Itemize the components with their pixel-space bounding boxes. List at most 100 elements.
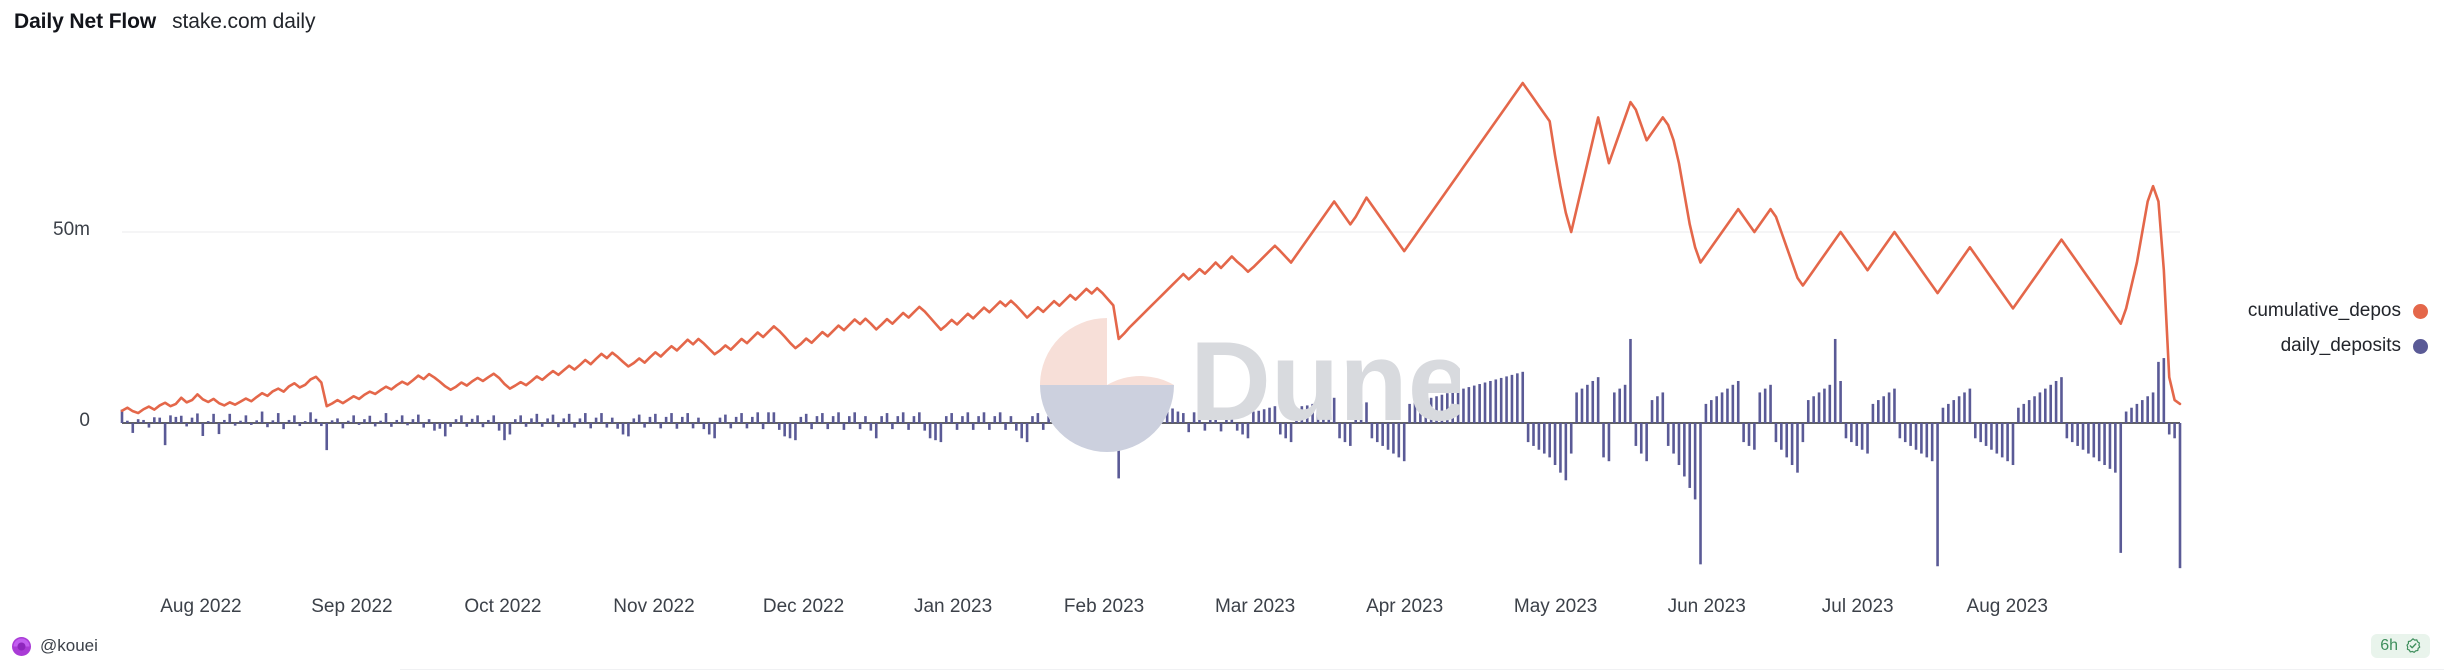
bar[interactable] [1327, 399, 1331, 423]
bar[interactable] [1144, 411, 1147, 423]
bar[interactable] [1569, 423, 1573, 454]
bar[interactable] [1812, 396, 1815, 423]
bar[interactable] [1138, 413, 1142, 423]
bar[interactable] [1672, 423, 1675, 454]
bar[interactable] [702, 423, 706, 430]
bar[interactable] [1295, 407, 1298, 423]
bar[interactable] [1300, 406, 1304, 423]
bar[interactable] [1709, 400, 1713, 423]
bar[interactable] [1580, 388, 1584, 423]
bar[interactable] [1941, 407, 1945, 423]
bar[interactable] [2130, 407, 2133, 423]
bar[interactable] [136, 419, 140, 423]
bar[interactable] [950, 413, 953, 423]
bar[interactable] [540, 423, 544, 427]
bar[interactable] [1165, 410, 1169, 423]
bar[interactable] [438, 423, 442, 429]
bar[interactable] [1618, 388, 1622, 423]
bar[interactable] [1720, 392, 1724, 423]
bar[interactable] [309, 412, 312, 423]
bar[interactable] [460, 415, 463, 423]
bar[interactable] [1268, 407, 1271, 423]
bar[interactable] [179, 415, 183, 423]
bar[interactable] [567, 413, 571, 423]
bar[interactable] [783, 423, 786, 437]
bar[interactable] [1844, 423, 1848, 439]
bar[interactable] [896, 416, 900, 423]
bar[interactable] [1510, 374, 1514, 423]
bar[interactable] [1860, 423, 1864, 450]
chart-plot-area[interactable]: Dune 50m 0 [0, 40, 2444, 600]
bar[interactable] [492, 415, 496, 423]
bar[interactable] [821, 413, 824, 423]
bar[interactable] [2124, 411, 2128, 423]
bar[interactable] [1742, 423, 1745, 443]
bar[interactable] [2092, 423, 2096, 458]
bar[interactable] [756, 412, 760, 423]
bar[interactable] [1559, 423, 1562, 473]
bar[interactable] [1246, 423, 1250, 439]
bar[interactable] [1995, 423, 1999, 454]
bar[interactable] [1015, 423, 1018, 431]
bar[interactable] [1553, 423, 1557, 466]
bar[interactable] [993, 416, 997, 423]
bar[interactable] [2006, 423, 2009, 462]
bar[interactable] [1252, 411, 1255, 423]
bar[interactable] [535, 413, 539, 423]
bar[interactable] [2178, 423, 2182, 569]
bar[interactable] [1898, 423, 1902, 439]
bar[interactable] [853, 412, 856, 423]
bar[interactable] [1887, 392, 1891, 423]
bar[interactable] [1004, 423, 1007, 430]
bar[interactable] [842, 423, 846, 430]
bar[interactable] [2054, 380, 2058, 423]
bar[interactable] [1192, 412, 1196, 423]
bar[interactable] [1305, 405, 1309, 423]
bar[interactable] [799, 416, 803, 423]
bar[interactable] [1828, 384, 1832, 423]
bar[interactable] [336, 418, 339, 423]
bar[interactable] [643, 423, 646, 428]
bar[interactable] [1203, 423, 1207, 431]
bar[interactable] [1650, 400, 1654, 423]
bar[interactable] [271, 420, 275, 423]
bar[interactable] [1537, 423, 1541, 450]
bar[interactable] [605, 423, 609, 428]
bar[interactable] [724, 414, 727, 423]
bar[interactable] [1429, 397, 1433, 423]
bar[interactable] [2151, 392, 2155, 423]
bar[interactable] [1984, 423, 1988, 446]
bar[interactable] [1219, 423, 1223, 432]
bar[interactable] [1839, 380, 1842, 423]
bar[interactable] [745, 423, 749, 429]
bar[interactable] [1424, 399, 1428, 423]
bar[interactable] [1505, 376, 1508, 423]
bar[interactable] [1494, 379, 1498, 423]
bar[interactable] [1419, 400, 1422, 423]
bar[interactable] [1451, 391, 1454, 423]
bar[interactable] [1613, 392, 1616, 423]
bar[interactable] [1623, 384, 1627, 423]
bar[interactable] [1677, 423, 1681, 466]
bar[interactable] [600, 413, 603, 423]
bar[interactable] [206, 421, 210, 423]
bar[interactable] [1736, 380, 1740, 423]
bar[interactable] [346, 420, 350, 423]
bar[interactable] [610, 417, 614, 423]
bar[interactable] [1548, 423, 1551, 458]
bar[interactable] [2114, 423, 2117, 473]
bar[interactable] [174, 416, 178, 423]
bar[interactable] [557, 423, 560, 428]
bar[interactable] [1774, 423, 1778, 443]
bar[interactable] [1893, 388, 1896, 423]
bar[interactable] [1052, 412, 1056, 423]
bar[interactable] [858, 423, 862, 430]
bar[interactable] [686, 413, 689, 423]
bar[interactable] [988, 423, 991, 430]
bar[interactable] [664, 416, 668, 423]
bar[interactable] [589, 423, 593, 429]
bar[interactable] [907, 423, 910, 430]
bar[interactable] [1198, 410, 1201, 423]
bar[interactable] [1090, 423, 1094, 430]
bar[interactable] [794, 423, 797, 441]
